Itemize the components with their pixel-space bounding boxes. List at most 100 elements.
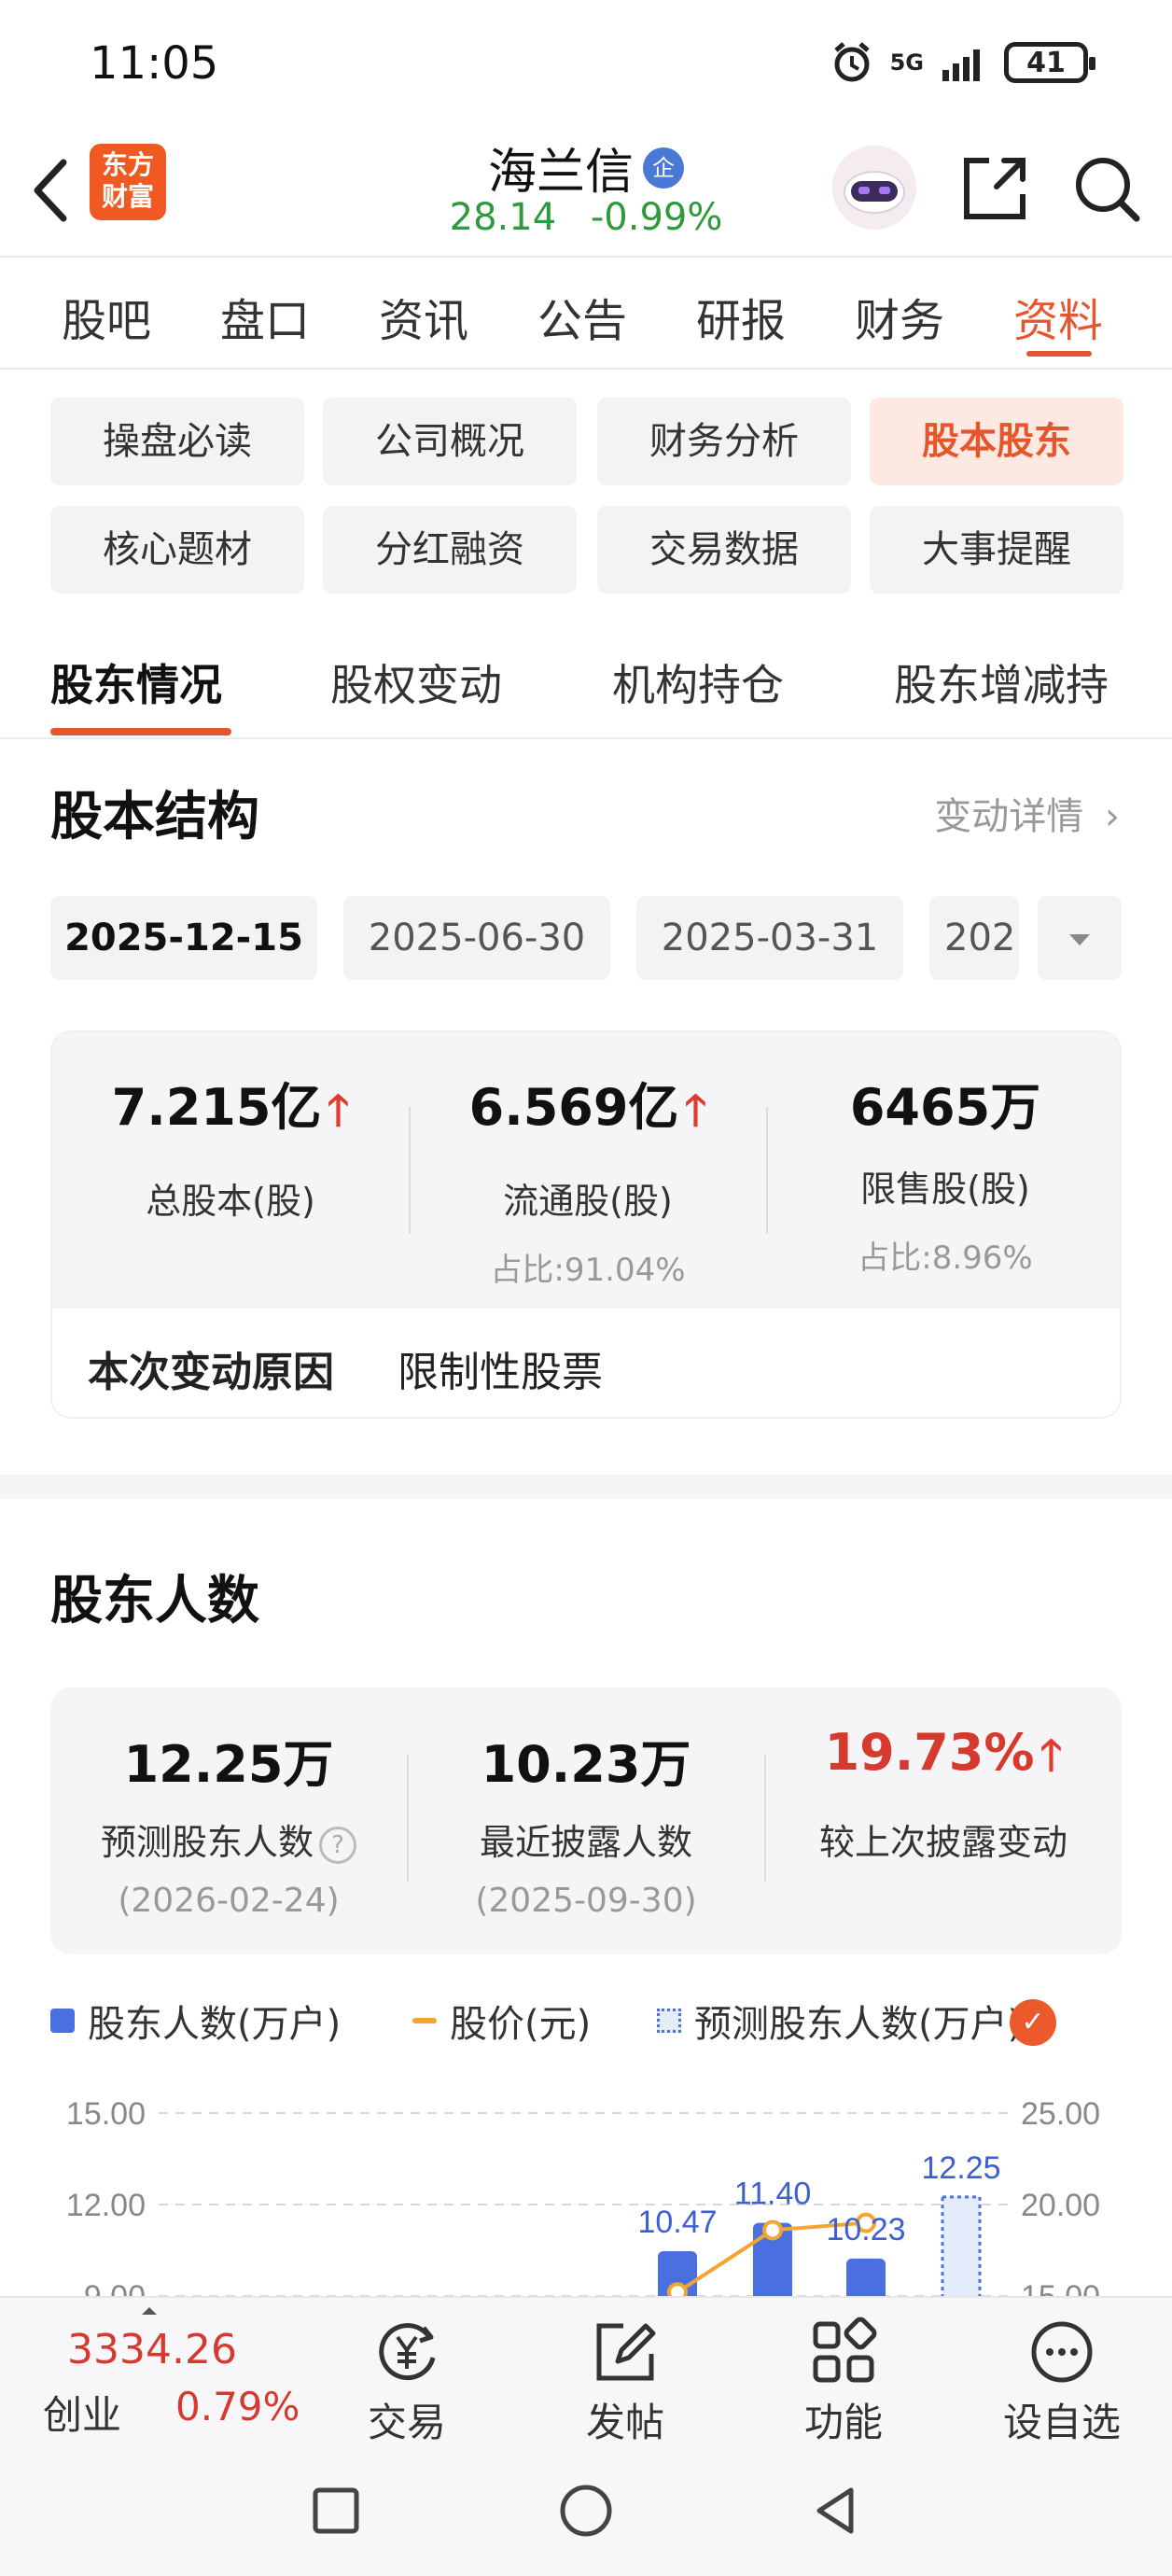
section-title-capital: 股本结构 bbox=[50, 787, 259, 847]
holders-bar bbox=[846, 2258, 886, 2296]
up-arrow-icon: 🡑 bbox=[327, 1085, 350, 1135]
chip-company-overview[interactable]: 公司概况 bbox=[323, 398, 577, 485]
restricted-shares-label: 限售股(股) bbox=[860, 1169, 1030, 1210]
stock-name: 海兰信 bbox=[487, 145, 634, 201]
date-chip-4[interactable]: 202 bbox=[929, 896, 1019, 980]
share-icon[interactable] bbox=[957, 151, 1032, 226]
post-label: 发帖 bbox=[585, 2400, 664, 2445]
main-tabs: 股吧 盘口 资讯 公告 研报 财务 资料 bbox=[0, 259, 1172, 370]
bar-value-label: 10.47 bbox=[637, 2205, 717, 2240]
index-name: 创业 bbox=[43, 2392, 122, 2438]
restricted-shares-ratio: 占比:8.96% bbox=[858, 1239, 1033, 1277]
capital-structure-card: 7.215亿 🡑 总股本(股) 6.569亿 🡑 流通股(股) 占比:91.04% … bbox=[50, 1030, 1122, 1419]
signal-icon bbox=[942, 49, 980, 81]
recent-apps-icon[interactable] bbox=[308, 2483, 364, 2539]
chip-trading-guide[interactable]: 操盘必读 bbox=[50, 398, 304, 485]
holder-count-card: 12.25万 预测股东人数? (2026-02-24) 10.23万 最近披露人… bbox=[50, 1687, 1122, 1954]
latest-holders-label: 最近披露人数 bbox=[479, 1822, 692, 1863]
right-axis-tick: 25.00 bbox=[1021, 2096, 1100, 2132]
latest-holders-date: (2025-09-30) bbox=[475, 1882, 697, 1920]
left-axis-tick: 15.00 bbox=[66, 2096, 146, 2132]
legend-holders-label: 股东人数(万户) bbox=[88, 2003, 342, 2046]
right-axis-tick: 20.00 bbox=[1021, 2188, 1100, 2223]
holders-change-label: 较上次披露变动 bbox=[818, 1822, 1067, 1863]
active-subtab-indicator bbox=[50, 728, 231, 735]
stock-price: 28.14 bbox=[449, 196, 557, 239]
chip-core-themes[interactable]: 核心题材 bbox=[50, 506, 304, 594]
chip-capital-shareholders[interactable]: 股本股东 bbox=[870, 398, 1123, 485]
chip-dividends-financing[interactable]: 分红融资 bbox=[323, 506, 577, 594]
date-chip-3[interactable]: 2025-03-31 bbox=[636, 896, 903, 980]
chip-financial-analysis[interactable]: 财务分析 bbox=[597, 398, 851, 485]
chip-trading-data[interactable]: 交易数据 bbox=[597, 506, 851, 594]
subtab-shareholders[interactable]: 股东情况 bbox=[50, 651, 222, 713]
holders-change: 19.73% 🡑 较上次披露变动 bbox=[765, 1723, 1122, 1865]
trade-yen-icon bbox=[379, 2323, 436, 2381]
subtab-institutional[interactable]: 机构持仓 bbox=[612, 651, 784, 713]
functions-label: 功能 bbox=[803, 2400, 883, 2445]
chip-events[interactable]: 大事提醒 bbox=[870, 506, 1123, 594]
post-button[interactable]: 发帖 bbox=[551, 2315, 700, 2448]
functions-button[interactable]: 功能 bbox=[769, 2315, 918, 2448]
subtab-equity-changes[interactable]: 股权变动 bbox=[330, 651, 502, 713]
search-icon[interactable] bbox=[1069, 151, 1144, 226]
add-watchlist-button[interactable]: 设自选 bbox=[987, 2315, 1137, 2448]
total-shares-label: 总股本(股) bbox=[146, 1181, 315, 1222]
change-reason-value: 限制性股票 bbox=[398, 1349, 603, 1396]
legend-predicted[interactable]: 预测股东人数(万户) bbox=[657, 1994, 1022, 2048]
index-pct: 0.79% bbox=[175, 2384, 300, 2429]
change-reason-label: 本次变动原因 bbox=[88, 1349, 334, 1396]
date-chip-2[interactable]: 2025-06-30 bbox=[343, 896, 610, 980]
section-separator bbox=[0, 1475, 1172, 1499]
predicted-holders-date: (2026-02-24) bbox=[118, 1882, 340, 1920]
stock-change-pct: -0.99% bbox=[590, 196, 723, 239]
subtab-holding-changes[interactable]: 股东增减持 bbox=[894, 651, 1109, 713]
bottom-toolbar: 3334.26 创业 0.79% 交易 发帖 功能 设自选 bbox=[0, 2296, 1172, 2445]
index-ticker[interactable]: 3334.26 创业 0.79% bbox=[0, 2298, 317, 2447]
change-detail-link[interactable]: 变动详情 › bbox=[934, 786, 1120, 840]
help-icon[interactable]: ? bbox=[319, 1826, 356, 1864]
tab-announcements[interactable]: 公告 bbox=[537, 284, 627, 349]
checkmark-icon[interactable]: ✓ bbox=[1010, 1999, 1056, 2046]
latest-holders-value: 10.23万 bbox=[481, 1735, 691, 1794]
trade-button[interactable]: 交易 bbox=[332, 2315, 481, 2448]
network-label: 5G bbox=[889, 49, 924, 76]
predicted-value-label: 12.25 bbox=[921, 2150, 1000, 2186]
legend-bar-swatch bbox=[50, 2009, 75, 2033]
chevron-right-icon: › bbox=[1105, 795, 1120, 838]
predicted-holders-label: 预测股东人数 bbox=[100, 1822, 314, 1863]
home-icon[interactable] bbox=[556, 2481, 616, 2541]
dropdown-triangle-icon bbox=[1069, 934, 1090, 945]
legend-price[interactable]: 股价(元) bbox=[412, 1994, 591, 2048]
tab-guba[interactable]: 股吧 bbox=[62, 284, 151, 349]
status-bar: 11:05 5G 41 bbox=[0, 0, 1172, 131]
grid-icon bbox=[813, 2317, 877, 2383]
ai-robot-icon[interactable] bbox=[832, 146, 916, 230]
back-triangle-icon[interactable] bbox=[808, 2483, 864, 2539]
tab-research[interactable]: 研报 bbox=[696, 284, 786, 349]
predicted-holders-value: 12.25万 bbox=[123, 1735, 334, 1794]
total-shares: 7.215亿 🡑 总股本(股) bbox=[52, 1066, 409, 1224]
left-axis-tick: 9.00 bbox=[84, 2279, 146, 2296]
legend-predicted-label: 预测股东人数(万户) bbox=[694, 2003, 1023, 2046]
price-point bbox=[667, 2282, 688, 2296]
tab-news[interactable]: 资讯 bbox=[379, 284, 468, 349]
change-detail-label: 变动详情 bbox=[934, 795, 1084, 838]
tab-profile[interactable]: 资料 bbox=[1013, 284, 1103, 349]
legend-holders[interactable]: 股东人数(万户) bbox=[50, 1994, 341, 2048]
alarm-icon bbox=[833, 42, 870, 82]
tab-finance[interactable]: 财务 bbox=[855, 284, 944, 349]
up-arrow-icon: 🡑 bbox=[1039, 1729, 1063, 1780]
floating-shares-ratio: 占比:91.04% bbox=[490, 1252, 686, 1289]
index-value: 3334.26 bbox=[67, 2326, 237, 2373]
date-dropdown[interactable] bbox=[1038, 896, 1122, 980]
tab-pankou[interactable]: 盘口 bbox=[220, 284, 310, 349]
legend-dotted-swatch bbox=[657, 2009, 681, 2033]
date-chip-1[interactable]: 2025-12-15 bbox=[50, 896, 317, 980]
active-tab-indicator bbox=[1026, 351, 1092, 357]
enterprise-badge: 企 bbox=[643, 147, 684, 189]
section-title-holders: 股东人数 bbox=[50, 1571, 259, 1631]
sub-tabs: 股东情况 股权变动 机构持仓 股东增减持 bbox=[0, 635, 1172, 739]
system-nav-bar bbox=[0, 2445, 1172, 2576]
floating-shares: 6.569亿 🡑 流通股(股) 占比:91.04% bbox=[410, 1066, 766, 1290]
